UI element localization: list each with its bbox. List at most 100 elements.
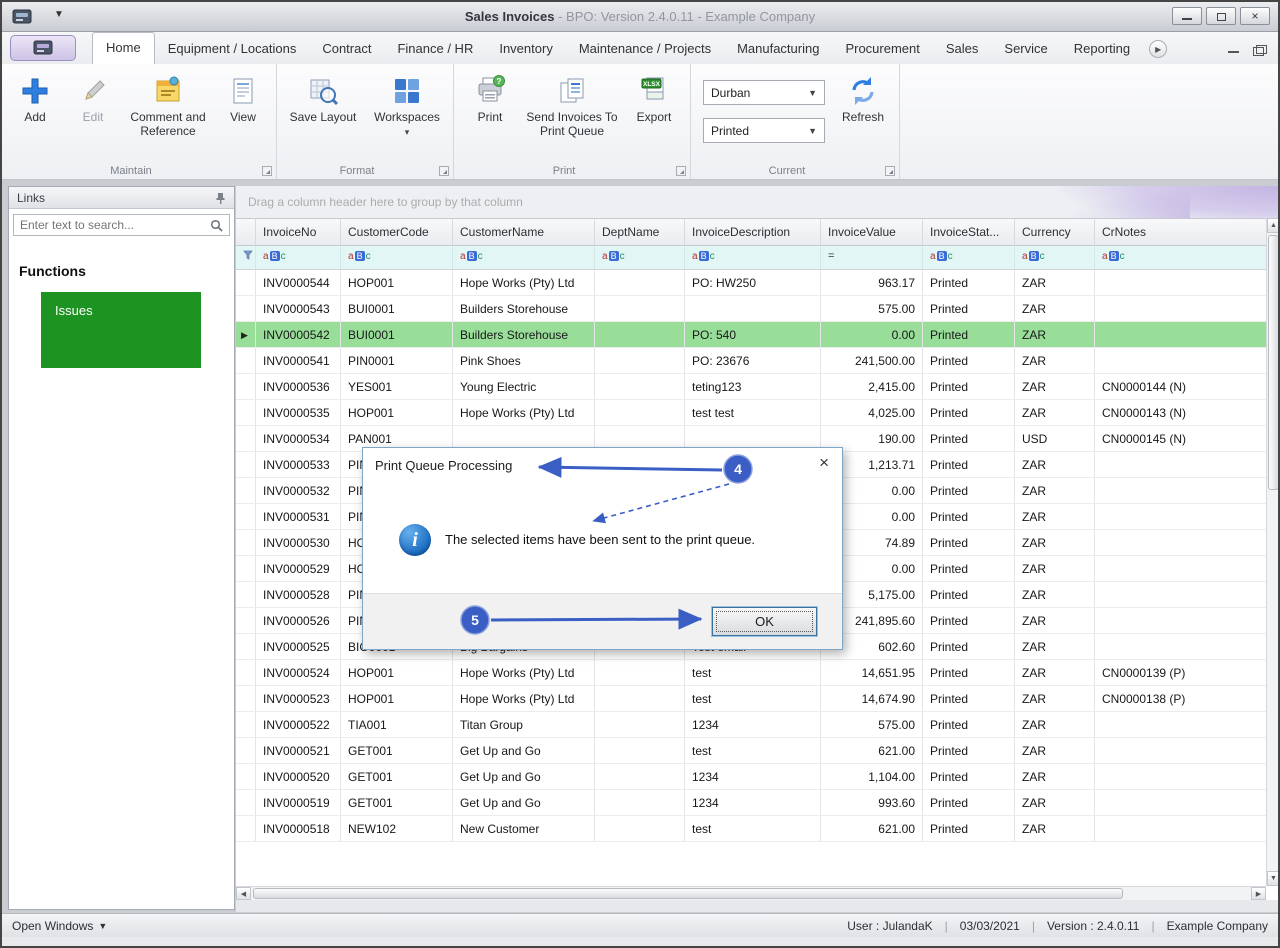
cell-currency[interactable]: ZAR [1015, 452, 1095, 477]
cell-invoicestat[interactable]: Printed [923, 764, 1015, 789]
pin-icon[interactable] [215, 192, 226, 204]
cell-crnotes[interactable]: CN0000139 (P) [1095, 660, 1278, 685]
cell-invoicestat[interactable]: Printed [923, 790, 1015, 815]
column-header-invoiceno[interactable]: InvoiceNo [256, 218, 341, 246]
filter-cell-crnotes[interactable]: aBc [1095, 246, 1278, 269]
cell-deptname[interactable] [595, 660, 685, 685]
scroll-right-icon[interactable]: ▶ [1251, 887, 1266, 900]
view-button[interactable]: View [214, 68, 272, 125]
group-expand-icon[interactable] [885, 166, 895, 176]
export-button[interactable]: XLSX Export [622, 68, 686, 125]
cell-crnotes[interactable] [1095, 712, 1278, 737]
cell-currency[interactable]: ZAR [1015, 478, 1095, 503]
table-row[interactable]: INV0000520 GET001 Get Up and Go 1234 1,104.0… [236, 764, 1278, 790]
cell-currency[interactable]: ZAR [1015, 608, 1095, 633]
cell-customername[interactable]: Young Electric [453, 374, 595, 399]
cell-invoicestat[interactable]: Printed [923, 270, 1015, 295]
table-row[interactable]: INV0000524 HOP001 Hope Works (Pty) Ltd test… [236, 660, 1278, 686]
scroll-up-icon[interactable]: ▲ [1267, 218, 1278, 233]
tab-home[interactable]: Home [92, 32, 155, 64]
print-button[interactable]: ? Print [458, 68, 522, 125]
cell-invoiceno[interactable]: INV0000529 [256, 556, 341, 581]
table-row[interactable]: INV0000519 GET001 Get Up and Go 1234 993.60 P… [236, 790, 1278, 816]
cell-invoicestat[interactable]: Printed [923, 686, 1015, 711]
cell-crnotes[interactable] [1095, 634, 1278, 659]
sidebar-item-issues[interactable]: Issues [41, 292, 201, 368]
group-expand-icon[interactable] [676, 166, 686, 176]
cell-invoiceno[interactable]: INV0000522 [256, 712, 341, 737]
cell-invoicevalue[interactable]: 963.17 [821, 270, 923, 295]
cell-invoicevalue[interactable]: 241,500.00 [821, 348, 923, 373]
cell-currency[interactable]: ZAR [1015, 530, 1095, 555]
cell-currency[interactable]: ZAR [1015, 790, 1095, 815]
tab-finance-hr[interactable]: Finance / HR [384, 34, 486, 64]
filter-cell-invoicedescription[interactable]: aBc [685, 246, 821, 269]
tab-maintenance-projects[interactable]: Maintenance / Projects [566, 34, 724, 64]
cell-customercode[interactable]: GET001 [341, 764, 453, 789]
cell-invoiceno[interactable]: INV0000544 [256, 270, 341, 295]
cell-invoiceno[interactable]: INV0000534 [256, 426, 341, 451]
workspaces-button[interactable]: Workspaces ▾ [365, 68, 449, 138]
cell-invoicevalue[interactable]: 575.00 [821, 712, 923, 737]
cell-invoiceno[interactable]: INV0000536 [256, 374, 341, 399]
cell-invoicedescription[interactable]: PO: 23676 [685, 348, 821, 373]
cell-customercode[interactable]: GET001 [341, 790, 453, 815]
cell-invoiceno[interactable]: INV0000541 [256, 348, 341, 373]
filter-cell-invoicestat[interactable]: aBc [923, 246, 1015, 269]
cell-invoicestat[interactable]: Printed [923, 712, 1015, 737]
tab-manufacturing[interactable]: Manufacturing [724, 34, 832, 64]
minimize-button[interactable] [1172, 7, 1202, 25]
filter-cell-customername[interactable]: aBc [453, 246, 595, 269]
cell-currency[interactable]: ZAR [1015, 504, 1095, 529]
cell-invoicevalue[interactable]: 1,104.00 [821, 764, 923, 789]
search-input[interactable] [20, 218, 210, 232]
cell-invoicedescription[interactable] [685, 296, 821, 321]
cell-customername[interactable]: Get Up and Go [453, 764, 595, 789]
cell-deptname[interactable] [595, 400, 685, 425]
cell-invoicestat[interactable]: Printed [923, 556, 1015, 581]
cell-crnotes[interactable]: CN0000144 (N) [1095, 374, 1278, 399]
vertical-scroll-thumb[interactable] [1268, 235, 1278, 490]
cell-customercode[interactable]: NEW102 [341, 816, 453, 841]
scroll-left-icon[interactable]: ◀ [236, 887, 251, 900]
column-header-customercode[interactable]: CustomerCode [341, 218, 453, 246]
cell-invoicestat[interactable]: Printed [923, 634, 1015, 659]
ribbon-scroll-icon[interactable]: ▶ [1149, 40, 1168, 58]
cell-invoicevalue[interactable]: 621.00 [821, 738, 923, 763]
cell-invoicedescription[interactable]: PO: HW250 [685, 270, 821, 295]
table-row[interactable]: ▶ INV0000542 BUI0001 Builders Storehouse PO:… [236, 322, 1278, 348]
cell-currency[interactable]: ZAR [1015, 660, 1095, 685]
cell-invoicedescription[interactable]: test [685, 816, 821, 841]
group-expand-icon[interactable] [439, 166, 449, 176]
open-windows-dropdown-icon[interactable]: ▼ [98, 921, 107, 931]
cell-invoicestat[interactable]: Printed [923, 452, 1015, 477]
cell-customername[interactable]: Hope Works (Pty) Ltd [453, 660, 595, 685]
cell-invoicevalue[interactable]: 14,674.90 [821, 686, 923, 711]
site-dropdown[interactable]: Durban ▼ [703, 80, 825, 105]
cell-customercode[interactable]: TIA001 [341, 712, 453, 737]
cell-crnotes[interactable] [1095, 452, 1278, 477]
cell-currency[interactable]: ZAR [1015, 738, 1095, 763]
cell-deptname[interactable] [595, 270, 685, 295]
tab-inventory[interactable]: Inventory [486, 34, 565, 64]
cell-invoicestat[interactable]: Printed [923, 322, 1015, 347]
horizontal-scroll-thumb[interactable] [253, 888, 1123, 899]
cell-invoicestat[interactable]: Printed [923, 816, 1015, 841]
cell-crnotes[interactable]: CN0000143 (N) [1095, 400, 1278, 425]
filter-cell-invoiceno[interactable]: aBc [256, 246, 341, 269]
cell-currency[interactable]: ZAR [1015, 296, 1095, 321]
cell-customername[interactable]: Get Up and Go [453, 790, 595, 815]
tab-service[interactable]: Service [991, 34, 1060, 64]
column-header-deptname[interactable]: DeptName [595, 218, 685, 246]
filter-cell-customercode[interactable]: aBc [341, 246, 453, 269]
cell-invoicestat[interactable]: Printed [923, 660, 1015, 685]
filter-funnel-icon[interactable] [236, 246, 256, 269]
cell-currency[interactable]: ZAR [1015, 712, 1095, 737]
cell-invoicestat[interactable]: Printed [923, 478, 1015, 503]
cell-crnotes[interactable] [1095, 270, 1278, 295]
cell-crnotes[interactable] [1095, 790, 1278, 815]
cell-currency[interactable]: ZAR [1015, 634, 1095, 659]
cell-customername[interactable]: Hope Works (Pty) Ltd [453, 400, 595, 425]
cell-customername[interactable]: New Customer [453, 816, 595, 841]
column-header-invoicedescription[interactable]: InvoiceDescription [685, 218, 821, 246]
